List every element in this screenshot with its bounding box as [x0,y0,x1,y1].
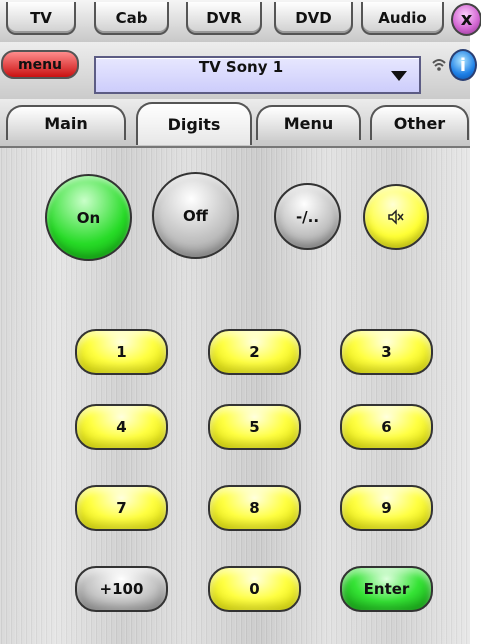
tab-menu-label: Menu [283,114,334,133]
tab-digits-label: Digits [167,115,221,134]
device-selector-value: TV Sony 1 [198,58,284,76]
power-off-button[interactable]: Off [152,172,239,259]
tab-other-label: Other [393,114,446,133]
info-button[interactable]: i [449,49,477,81]
key-6-label: 6 [381,418,392,436]
remote-app: TV Cab DVR DVD Audio x menu TV Sony 1 i … [0,0,481,644]
device-selector[interactable]: TV Sony 1 [94,56,421,94]
close-icon: x [460,9,473,30]
key-6-button[interactable]: 6 [340,404,433,450]
key-8-button[interactable]: 8 [208,485,301,531]
key-1-button[interactable]: 1 [75,329,168,375]
tab-other[interactable]: Other [370,105,469,140]
key-5-button[interactable]: 5 [208,404,301,450]
device-tab-bar: TV Cab DVR DVD Audio x [0,0,481,43]
tab-cab[interactable]: Cab [94,2,169,35]
menu-label: menu [17,56,63,73]
tab-digits[interactable]: Digits [136,102,252,145]
tab-dvr-label: DVR [206,8,242,27]
tab-dvd[interactable]: DVD [274,2,353,35]
key-3-button[interactable]: 3 [340,329,433,375]
close-button[interactable]: x [451,3,481,36]
tab-menu[interactable]: Menu [256,105,361,140]
tab-tv[interactable]: TV [6,2,76,35]
menu-button[interactable]: menu [1,50,79,79]
enter-button[interactable]: Enter [340,566,433,612]
chevron-down-icon [391,71,407,81]
tab-dvd-label: DVD [295,8,332,27]
dash-dot-label: -/.. [295,207,320,226]
tab-dvr[interactable]: DVR [186,2,262,35]
key-2-button[interactable]: 2 [208,329,301,375]
tab-tv-label: TV [30,8,52,27]
key-9-label: 9 [381,499,392,517]
dash-dot-button[interactable]: -/.. [274,183,341,250]
key-8-label: 8 [249,499,260,517]
wifi-icon [432,59,446,71]
key-7-button[interactable]: 7 [75,485,168,531]
key-3-label: 3 [381,343,392,361]
key-plus100-button[interactable]: +100 [75,566,168,612]
enter-label: Enter [363,580,410,598]
power-off-label: Off [183,206,208,225]
info-icon: i [459,54,467,76]
key-4-label: 4 [116,418,127,436]
key-0-button[interactable]: 0 [208,566,301,612]
tab-audio[interactable]: Audio [361,2,444,35]
tab-main-label: Main [44,114,88,133]
control-header: menu TV Sony 1 i [0,42,477,101]
key-9-button[interactable]: 9 [340,485,433,531]
key-1-label: 1 [116,343,127,361]
tab-cab-label: Cab [115,8,148,27]
mute-icon [388,209,404,225]
key-7-label: 7 [116,499,127,517]
tab-main[interactable]: Main [6,105,126,140]
key-5-label: 5 [249,418,260,436]
key-2-label: 2 [249,343,260,361]
function-tab-bar: Main Digits Menu Other [0,99,470,148]
power-on-button[interactable]: On [45,174,132,261]
power-on-label: On [76,208,101,227]
tab-audio-label: Audio [378,8,427,27]
key-plus100-label: +100 [99,580,144,598]
mute-button[interactable] [363,184,429,250]
key-0-label: 0 [249,580,260,598]
key-4-button[interactable]: 4 [75,404,168,450]
